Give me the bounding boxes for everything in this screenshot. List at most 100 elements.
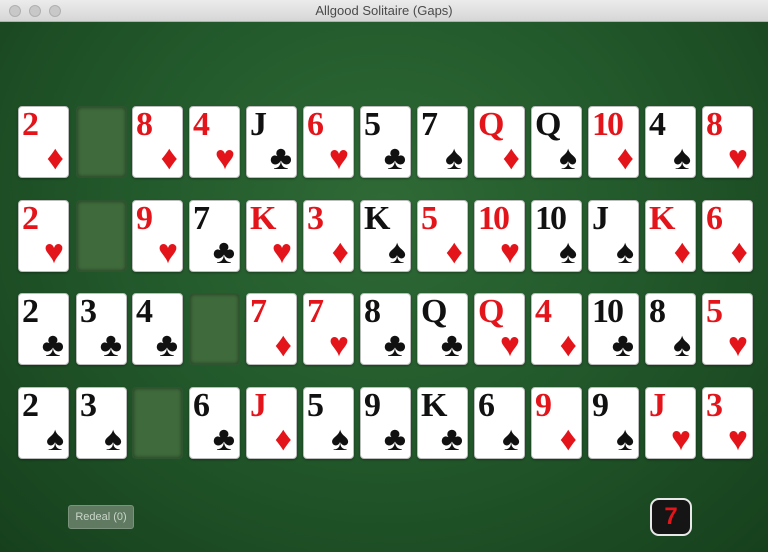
card-suit-icon: ♥ — [670, 420, 691, 458]
playing-card[interactable]: 7 ♥ — [303, 293, 354, 365]
playing-card[interactable]: 7 ♠ — [417, 106, 468, 178]
playing-card[interactable]: 9 ♦ — [531, 387, 582, 459]
playing-card[interactable]: J ♣ — [246, 106, 297, 178]
playing-card[interactable]: 10 ♥ — [474, 200, 525, 272]
card-rank: 8 — [706, 106, 723, 143]
playing-card[interactable]: 3 ♠ — [76, 387, 127, 459]
playing-card[interactable]: 4 ♦ — [531, 293, 582, 365]
card-suit-icon: ♦ — [274, 420, 292, 458]
card-rank: 6 — [478, 387, 495, 424]
card-rank: K — [250, 200, 276, 237]
card-suit-icon: ♠ — [558, 233, 577, 271]
card-suit-icon: ♥ — [43, 233, 64, 271]
card-rank: 4 — [193, 106, 210, 143]
card-suit-icon: ♦ — [730, 233, 748, 271]
redeal-button[interactable]: Redeal (0) — [68, 505, 134, 529]
card-suit-icon: ♣ — [155, 326, 178, 364]
card-suit-icon: ♣ — [269, 139, 292, 177]
card-rank: J — [250, 387, 267, 424]
card-suit-icon: ♦ — [445, 233, 463, 271]
playing-card[interactable]: 8 ♣ — [360, 293, 411, 365]
playing-card[interactable]: 9 ♠ — [588, 387, 639, 459]
playing-card[interactable]: K ♠ — [360, 200, 411, 272]
playing-card[interactable]: 2 ♠ — [18, 387, 69, 459]
playing-card[interactable]: 4 ♥ — [189, 106, 240, 178]
playing-card[interactable]: Q ♥ — [474, 293, 525, 365]
card-suit-icon: ♣ — [99, 326, 122, 364]
playing-card[interactable]: K ♦ — [645, 200, 696, 272]
playing-card[interactable]: 6 ♣ — [189, 387, 240, 459]
playing-card[interactable]: 10 ♦ — [588, 106, 639, 178]
card-suit-icon: ♣ — [611, 326, 634, 364]
card-suit-icon: ♦ — [502, 139, 520, 177]
card-suit-icon: ♣ — [440, 420, 463, 458]
card-suit-icon: ♥ — [499, 326, 520, 364]
card-suit-icon: ♠ — [444, 139, 463, 177]
playing-card[interactable]: 6 ♠ — [474, 387, 525, 459]
playing-card[interactable]: 9 ♥ — [132, 200, 183, 272]
card-suit-icon: ♥ — [499, 233, 520, 271]
playing-card[interactable]: 6 ♥ — [303, 106, 354, 178]
card-rank: 2 — [22, 200, 39, 237]
playing-card[interactable]: 4 ♣ — [132, 293, 183, 365]
playing-card[interactable]: 8 ♥ — [702, 106, 753, 178]
card-suit-icon: ♠ — [672, 139, 691, 177]
card-suit-icon: ♥ — [214, 139, 235, 177]
card-rank: 5 — [706, 293, 723, 330]
card-rank: 4 — [649, 106, 666, 143]
card-suit-icon: ♣ — [41, 326, 64, 364]
playing-card[interactable]: 2 ♦ — [18, 106, 69, 178]
playing-card[interactable]: 2 ♣ — [18, 293, 69, 365]
playing-card[interactable]: 9 ♣ — [360, 387, 411, 459]
card-suit-icon: ♠ — [45, 420, 64, 458]
playing-card[interactable]: Q ♦ — [474, 106, 525, 178]
card-rank: 8 — [649, 293, 666, 330]
playing-card[interactable]: Q ♠ — [531, 106, 582, 178]
empty-slot[interactable] — [132, 387, 183, 459]
playing-card[interactable]: 10 ♠ — [531, 200, 582, 272]
card-suit-icon: ♥ — [271, 233, 292, 271]
card-suit-icon: ♠ — [615, 233, 634, 271]
playing-card[interactable]: J ♦ — [246, 387, 297, 459]
playing-card[interactable]: 3 ♣ — [76, 293, 127, 365]
empty-slot[interactable] — [76, 106, 127, 178]
card-rank: 6 — [193, 387, 210, 424]
card-rank: 3 — [706, 387, 723, 424]
card-suit-icon: ♦ — [331, 233, 349, 271]
card-rank: 3 — [80, 293, 97, 330]
card-suit-icon: ♥ — [727, 326, 748, 364]
empty-slot[interactable] — [76, 200, 127, 272]
playing-card[interactable]: 5 ♣ — [360, 106, 411, 178]
playing-card[interactable]: Q ♣ — [417, 293, 468, 365]
playing-card[interactable]: 7 ♦ — [246, 293, 297, 365]
playing-card[interactable]: 5 ♥ — [702, 293, 753, 365]
playing-card[interactable]: 10 ♣ — [588, 293, 639, 365]
card-rank: J — [250, 106, 267, 143]
playing-card[interactable]: 3 ♥ — [702, 387, 753, 459]
card-suit-icon: ♣ — [212, 420, 235, 458]
playing-card[interactable]: K ♣ — [417, 387, 468, 459]
playing-card[interactable]: 3 ♦ — [303, 200, 354, 272]
playing-card[interactable]: J ♥ — [645, 387, 696, 459]
playing-card[interactable]: 2 ♥ — [18, 200, 69, 272]
card-rank: K — [421, 387, 447, 424]
title-bar: Allgood Solitaire (Gaps) — [0, 0, 768, 22]
playing-card[interactable]: K ♥ — [246, 200, 297, 272]
playing-card[interactable]: 4 ♠ — [645, 106, 696, 178]
card-rank: 3 — [307, 200, 324, 237]
playing-card[interactable]: 5 ♦ — [417, 200, 468, 272]
playing-card[interactable]: J ♠ — [588, 200, 639, 272]
playing-card[interactable]: 8 ♦ — [132, 106, 183, 178]
card-rank: 9 — [136, 200, 153, 237]
empty-slot[interactable] — [189, 293, 240, 365]
card-suit-icon: ♥ — [328, 326, 349, 364]
playing-card[interactable]: 7 ♣ — [189, 200, 240, 272]
card-suit-icon: ♠ — [103, 420, 122, 458]
card-rank: Q — [535, 106, 561, 143]
playing-card[interactable]: 8 ♠ — [645, 293, 696, 365]
playing-card[interactable]: 6 ♦ — [702, 200, 753, 272]
card-suit-icon: ♥ — [727, 139, 748, 177]
card-suit-icon: ♠ — [501, 420, 520, 458]
card-rank: 9 — [535, 387, 552, 424]
playing-card[interactable]: 5 ♠ — [303, 387, 354, 459]
